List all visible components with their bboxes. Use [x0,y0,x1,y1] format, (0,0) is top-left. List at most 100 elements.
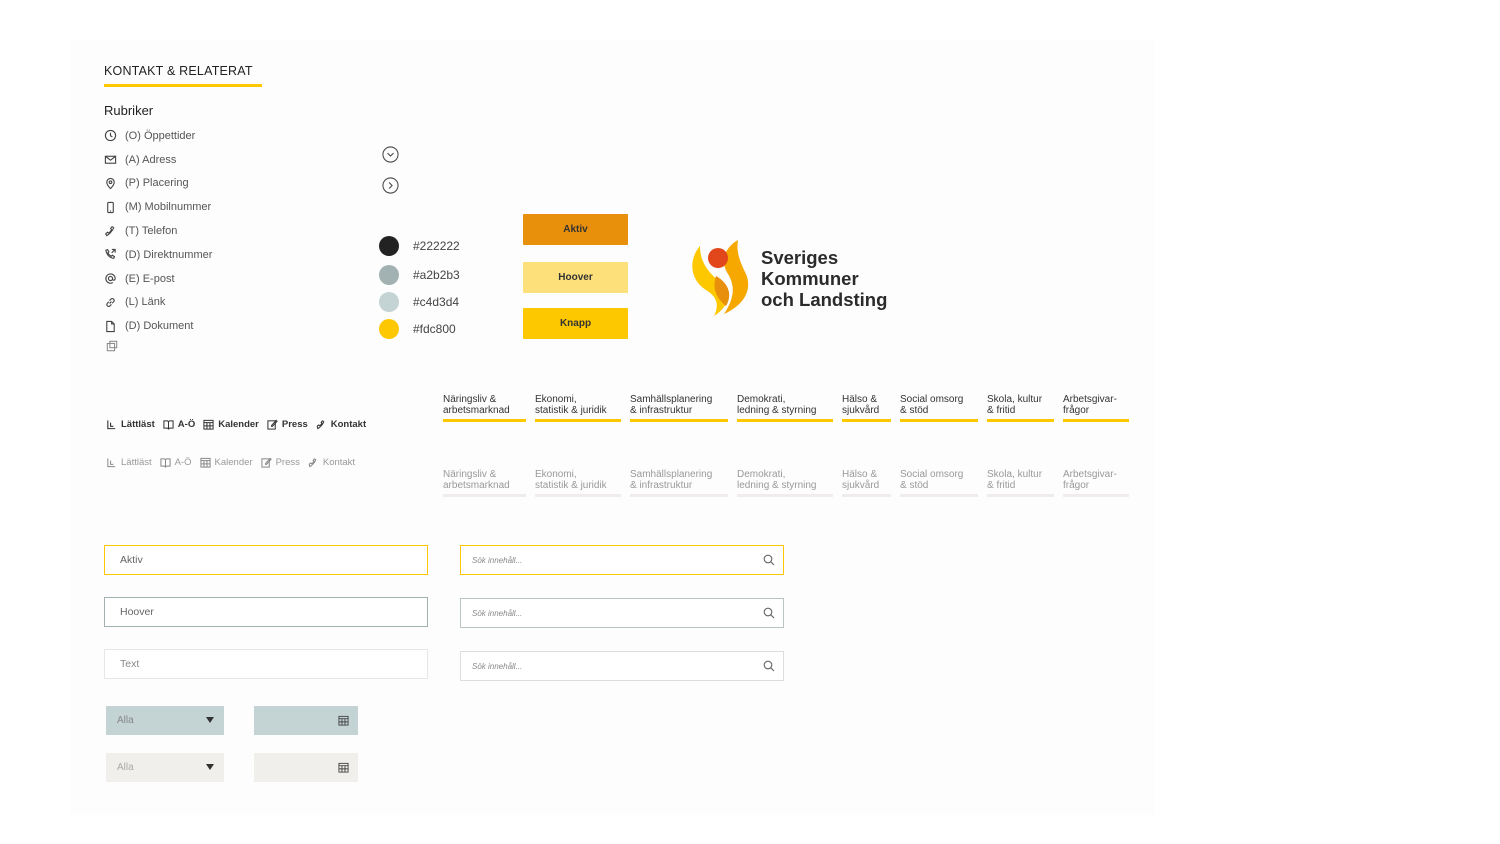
date-picker-inactive[interactable] [254,753,358,782]
swatch-label: #fdc800 [413,322,456,336]
nav-item-demokrati[interactable]: Demokrati, ledning & styrning [737,469,833,497]
text-input-active[interactable]: Aktiv [104,545,428,575]
nav-item-naringsliv[interactable]: Näringsliv & arbetsmarknad [443,469,526,497]
map-pin-icon [106,177,115,190]
utility-link-label: Press [275,457,300,468]
phone-icon [104,225,115,236]
main-nav-active: Näringsliv & arbetsmarknad Ekonomi, stat… [443,394,1138,422]
nav-item-naringsliv[interactable]: Näringsliv & arbetsmarknad [443,394,526,422]
contact-item-label: (T) Telefon [125,225,178,238]
text-input-default[interactable]: Text [104,649,428,679]
contact-item-label: (M) Mobilnummer [125,201,212,214]
nav-item-skola[interactable]: Skola, kultur & fritid [987,469,1054,497]
contact-item-direct-number: (D) Direktnummer [104,243,212,267]
hover-button[interactable]: Hoover [523,262,628,293]
nav-item-arbetsgivarfragor[interactable]: Arbetsgivar- frågor [1063,469,1129,497]
contact-item-label: (E) E-post [125,272,175,285]
utility-link-label: Kontakt [330,419,367,430]
phone-icon [316,420,325,430]
search-icon[interactable] [763,607,775,619]
contact-item-label: (P) Placering [125,177,189,190]
swatch-label: #222222 [413,239,460,253]
swatch-dot [379,292,399,312]
nav-item-ekonomi[interactable]: Ekonomi, statistik & juridik [535,469,621,497]
search-icon[interactable] [763,660,775,672]
contact-item-link: (L) Länk [104,291,212,315]
utility-link-label: Lättläst [121,457,152,468]
contact-item-mobile: (M) Mobilnummer [104,195,212,219]
chevron-down-circle-icon[interactable] [382,146,399,163]
utility-link-a-o[interactable]: A-Ö [163,419,195,430]
search-input-active[interactable]: Sök innehåll... [460,545,784,575]
nav-item-halso[interactable]: Hälso & sjukvård [842,394,891,422]
utility-link-calendar[interactable]: Kalender [203,419,259,430]
nav-item-social-omsorg[interactable]: Social omsorg & stöd [900,394,978,422]
nav-item-samhallsplanering[interactable]: Samhällsplanering & infrastruktur [630,394,728,422]
envelope-icon [104,155,117,164]
contact-item-email: (E) E-post [104,267,212,291]
search-icon[interactable] [763,554,775,566]
utility-link-label: A-Ö [174,457,192,468]
primary-button[interactable]: Knapp [523,308,628,339]
search-placeholder: Sök innehåll... [472,555,523,565]
nav-item-arbetsgivarfragor[interactable]: Arbetsgivar- frågor [1063,394,1129,422]
search-placeholder: Sök innehåll... [472,608,523,618]
section-title: KONTAKT & RELATERAT [104,64,253,78]
section-title-underline [104,84,262,87]
logo-line: Sveriges [761,247,839,268]
utility-link-calendar[interactable]: Kalender [199,457,253,468]
edit-icon [267,419,278,430]
nav-item-skola[interactable]: Skola, kultur & fritid [987,394,1054,422]
subheading: Rubriker [104,103,154,118]
utility-link-press[interactable]: Press [260,457,300,468]
book-icon [163,420,174,430]
utility-links-active: Lättläst A-Ö Kalender Press Kontakt [106,419,374,430]
caret-down-icon [206,717,214,723]
search-input-hover[interactable]: Sök innehåll... [460,598,784,628]
utility-link-easy-read[interactable]: Lättläst [106,419,155,430]
contact-item-address: (A) Adress [104,148,212,172]
swatch-dot [379,319,399,339]
mobile-phone-icon [107,201,114,213]
calendar-icon[interactable] [338,715,349,726]
contact-item-label: (L) Länk [125,296,166,309]
swatch-label: #c4d3d4 [413,295,460,309]
calendar-icon [199,457,211,468]
text-input-hover[interactable]: Hoover [104,597,428,627]
utility-link-contact[interactable]: Kontakt [308,457,355,468]
utility-link-press[interactable]: Press [267,419,308,430]
utility-link-contact[interactable]: Kontakt [316,419,366,430]
easy-read-icon [107,458,116,468]
nav-item-social-omsorg[interactable]: Social omsorg & stöd [900,469,978,497]
swatch-dot [379,265,399,285]
main-nav-inactive: Näringsliv & arbetsmarknad Ekonomi, stat… [443,469,1138,497]
chevron-right-circle-icon[interactable] [382,177,399,194]
edit-icon [260,457,272,468]
calendar-icon [203,419,214,430]
select-value: Alla [117,762,134,773]
contact-item-location: (P) Placering [104,172,212,196]
color-swatch: #c4d3d4 [379,292,459,312]
select-value: Alla [117,715,134,726]
utility-link-easy-read[interactable]: Lättläst [106,457,152,468]
calendar-icon[interactable] [338,762,349,773]
utility-link-label: Kalender [218,419,259,430]
date-picker-active[interactable] [254,706,358,735]
nav-item-halso[interactable]: Hälso & sjukvård [842,469,891,497]
document-icon [106,320,115,332]
phone-icon [308,458,317,468]
easy-read-icon [107,420,116,430]
nav-item-ekonomi[interactable]: Ekonomi, statistik & juridik [535,394,621,422]
nav-item-demokrati[interactable]: Demokrati, ledning & styrning [737,394,833,422]
select-dropdown-inactive[interactable]: Alla [106,753,224,782]
logo-text: Sveriges Kommuner och Landsting [761,247,887,310]
search-input-default[interactable]: Sök innehåll... [460,651,784,681]
contact-item-opening-hours: (O) Öppettider [104,124,212,148]
contact-list: (O) Öppettider (A) Adress (P) Placering … [104,124,212,338]
utility-link-label: Kontakt [322,457,356,468]
active-button[interactable]: Aktiv [523,214,628,245]
nav-item-samhallsplanering[interactable]: Samhällsplanering & infrastruktur [630,469,728,497]
select-dropdown-active[interactable]: Alla [106,706,224,735]
color-swatch: #fdc800 [379,319,456,339]
utility-link-a-o[interactable]: A-Ö [160,457,192,468]
